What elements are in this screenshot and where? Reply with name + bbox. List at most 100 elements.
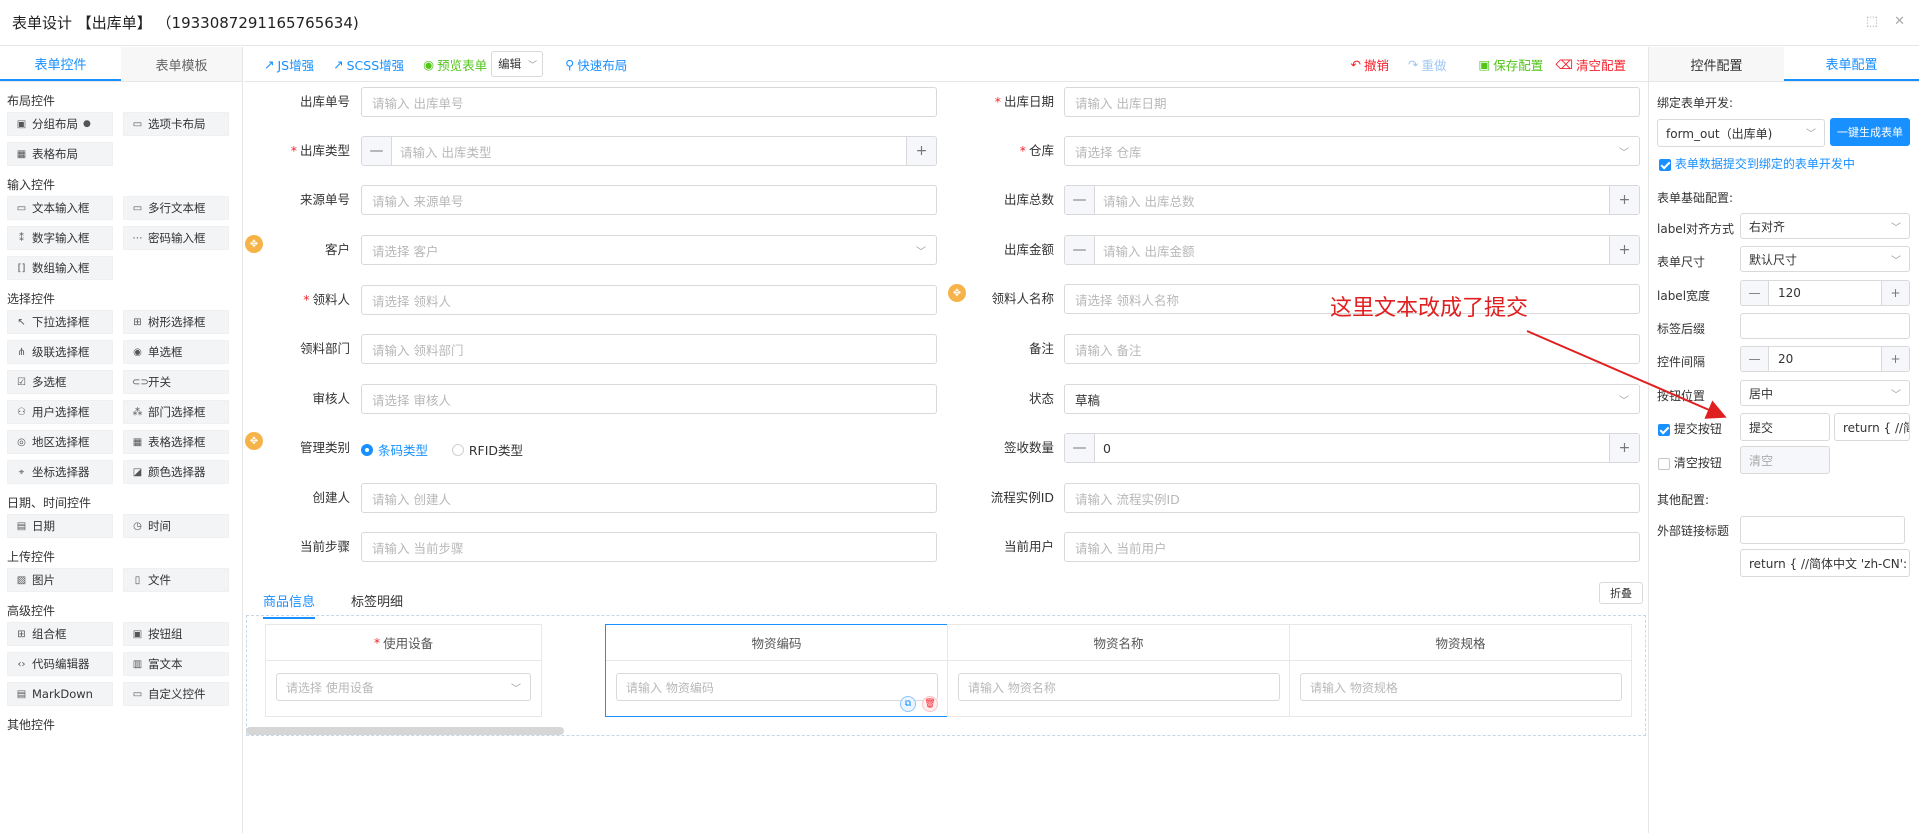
preview-form-button[interactable]: ◉ 预览表单 <box>423 55 487 74</box>
out-no-input[interactable]: 请输入 出库单号 <box>361 87 937 117</box>
submit-btn-text-input[interactable]: 提交 <box>1740 413 1830 441</box>
widget-button-group[interactable]: ▣ 按钮组 <box>123 622 229 646</box>
plus-icon[interactable]: + <box>1881 281 1909 305</box>
widget-dept-select[interactable]: ⁂ 部门选择框 <box>123 400 229 424</box>
widget-text-input[interactable]: ▭ 文本输入框 <box>7 196 113 220</box>
tab-form-templates[interactable]: 表单模板 <box>121 47 242 81</box>
widget-image[interactable]: ▨ 图片 <box>7 568 113 592</box>
widget-radio[interactable]: ◉ 单选框 <box>123 340 229 364</box>
radio-barcode[interactable]: 条码类型 <box>361 440 428 459</box>
clear-btn-checkbox[interactable]: 清空按钮 <box>1658 454 1722 471</box>
ext-link-code-input[interactable]: return { //简体中文 'zh-CN': ' <box>1740 549 1910 577</box>
js-enhance-button[interactable]: ↗ JS增强 <box>264 55 314 74</box>
scss-enhance-button[interactable]: ↗ SCSS增强 <box>333 55 404 74</box>
source-no-input[interactable]: 请输入 来源单号 <box>361 185 937 215</box>
total-stepper[interactable]: — 请输入 出库总数 + <box>1064 185 1640 215</box>
table-column-device[interactable]: * 使用设备 请选择 使用设备 ﹀ <box>265 624 542 717</box>
widget-dropdown-select[interactable]: ↖ 下拉选择框 <box>7 310 113 334</box>
material-spec-input[interactable]: 请输入 物资规格 <box>1300 673 1622 701</box>
widget-tree-select[interactable]: ⊞ 树形选择框 <box>123 310 229 334</box>
amount-stepper[interactable]: — 请输入 出库金额 + <box>1064 235 1640 265</box>
device-select[interactable]: 请选择 使用设备 ﹀ <box>276 673 531 701</box>
widget-table-select[interactable]: ▦ 表格选择框 <box>123 430 229 454</box>
minus-icon[interactable]: — <box>362 137 392 165</box>
widget-color-picker[interactable]: ◪ 颜色选择器 <box>123 460 229 484</box>
widget-custom[interactable]: ▭ 自定义控件 <box>123 682 229 706</box>
fold-button[interactable]: 折叠 <box>1599 582 1643 604</box>
widget-coordinate-picker[interactable]: ⌖ 坐标选择器 <box>7 460 113 484</box>
submit-btn-code-input[interactable]: return { //简 <box>1834 413 1910 441</box>
generate-form-button[interactable]: 一键生成表单 <box>1830 118 1910 146</box>
widget-switch[interactable]: ⊂⊃ 开关 <box>123 370 229 394</box>
dept-input[interactable]: 请输入 领料部门 <box>361 334 937 364</box>
widget-code-editor[interactable]: ‹› 代码编辑器 <box>7 652 113 676</box>
table-column-material-code[interactable]: 物资编码 请输入 物资编码 ⧉ 🗑 <box>605 624 948 717</box>
widget-file[interactable]: ▯ 文件 <box>123 568 229 592</box>
customer-select[interactable]: 请选择 客户 ﹀ <box>361 235 937 265</box>
minus-icon[interactable]: — <box>1065 236 1095 264</box>
remark-input[interactable]: 请输入 备注 <box>1064 334 1640 364</box>
tab-form-widgets[interactable]: 表单控件 <box>0 47 121 81</box>
plus-icon[interactable]: + <box>1609 186 1639 214</box>
widget-region-select[interactable]: ◎ 地区选择框 <box>7 430 113 454</box>
label-align-select[interactable]: 右对齐 ﹀ <box>1740 213 1910 239</box>
widget-rich-text[interactable]: ▥ 富文本 <box>123 652 229 676</box>
close-icon[interactable]: ✕ <box>1894 14 1905 29</box>
plus-icon[interactable]: + <box>1609 434 1639 462</box>
quick-layout-button[interactable]: ⚲ 快速布局 <box>565 55 627 74</box>
widget-password-input[interactable]: ⋯ 密码输入框 <box>123 226 229 250</box>
widget-date[interactable]: ▤ 日期 <box>7 514 113 538</box>
minus-icon[interactable]: — <box>1065 186 1095 214</box>
tab-form-config[interactable]: 表单配置 <box>1784 47 1919 81</box>
horizontal-scrollbar[interactable] <box>246 727 564 735</box>
widget-table-layout[interactable]: ▦ 表格布局 <box>7 142 113 166</box>
form-size-select[interactable]: 默认尺寸 ﹀ <box>1740 246 1910 272</box>
widget-markdown[interactable]: ▤ MarkDown <box>7 682 113 706</box>
submit-btn-checkbox[interactable]: 提交按钮 <box>1658 420 1722 437</box>
widget-array-input[interactable]: [] 数组输入框 <box>7 256 113 280</box>
current-user-input[interactable]: 请输入 当前用户 <box>1064 532 1640 562</box>
table-column-material-spec[interactable]: 物资规格 请输入 物资规格 <box>1289 624 1632 717</box>
ext-link-input[interactable] <box>1740 516 1905 544</box>
receiver-select[interactable]: 请选择 领料人 <box>361 285 937 315</box>
ctl-gap-stepper[interactable]: — 20 + <box>1740 346 1910 372</box>
mode-select[interactable]: 编辑 ﹀ <box>491 51 544 77</box>
plus-icon[interactable]: + <box>906 137 936 165</box>
label-suffix-input[interactable] <box>1740 313 1910 339</box>
submit-to-bound-checkbox[interactable]: 表单数据提交到绑定的表单开发中 <box>1659 155 1855 172</box>
btn-pos-select[interactable]: 居中 ﹀ <box>1740 380 1910 406</box>
widget-user-select[interactable]: ⚇ 用户选择框 <box>7 400 113 424</box>
minus-icon[interactable]: — <box>1741 347 1769 371</box>
undo-button[interactable]: ↶ 撤销 <box>1350 55 1389 74</box>
table-column-material-name[interactable]: 物资名称 请输入 物资名称 <box>947 624 1290 717</box>
material-name-input[interactable]: 请输入 物资名称 <box>958 673 1280 701</box>
save-config-button[interactable]: ▣ 保存配置 <box>1478 55 1543 74</box>
plus-icon[interactable]: + <box>1609 236 1639 264</box>
minus-icon[interactable]: — <box>1065 434 1095 462</box>
widget-combo[interactable]: ⊞ 组合框 <box>7 622 113 646</box>
out-type-input[interactable]: — 请输入 出库类型 + <box>361 136 937 166</box>
copy-icon[interactable]: ⧉ <box>900 696 916 712</box>
bind-form-select[interactable]: form_out（出库单) ﹀ <box>1657 119 1825 147</box>
auditor-select[interactable]: 请选择 审核人 <box>361 384 937 414</box>
material-code-input[interactable]: 请输入 物资编码 <box>616 673 938 701</box>
restore-icon[interactable]: ⬚ <box>1866 14 1878 29</box>
tab-widget-config[interactable]: 控件配置 <box>1649 47 1784 81</box>
widget-cascader[interactable]: ⋔ 级联选择框 <box>7 340 113 364</box>
status-select[interactable]: 草稿 ﹀ <box>1064 384 1640 414</box>
minus-icon[interactable]: — <box>1741 281 1769 305</box>
clear-btn-text-input[interactable]: 清空 <box>1740 446 1830 474</box>
sign-qty-stepper[interactable]: —0 + <box>1064 433 1640 463</box>
creator-input[interactable]: 请输入 创建人 <box>361 483 937 513</box>
widget-number-input[interactable]: ⁑ 数字输入框 <box>7 226 113 250</box>
redo-button[interactable]: ↷ 重做 <box>1408 55 1447 74</box>
warehouse-select[interactable]: 请选择 仓库 ﹀ <box>1064 136 1640 166</box>
widget-textarea[interactable]: ▭ 多行文本框 <box>123 196 229 220</box>
widget-group-layout[interactable]: ▣ 分组布局 ● <box>7 112 113 136</box>
radio-rfid[interactable]: RFID类型 <box>451 440 523 459</box>
process-id-input[interactable]: 请输入 流程实例ID <box>1064 483 1640 513</box>
label-width-stepper[interactable]: — 120 + <box>1740 280 1910 306</box>
out-date-input[interactable]: 请输入 出库日期 <box>1064 87 1640 117</box>
delete-icon[interactable]: 🗑 <box>922 696 938 712</box>
widget-checkbox[interactable]: ☑ 多选框 <box>7 370 113 394</box>
